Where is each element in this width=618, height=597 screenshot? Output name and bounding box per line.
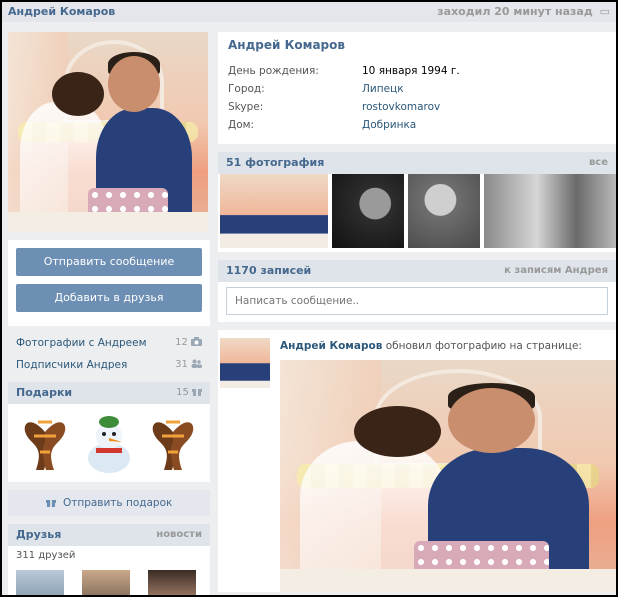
friends-block: Друзья новости 311 друзей bbox=[8, 524, 210, 595]
photos-all-link[interactable]: все bbox=[589, 152, 608, 174]
friend-thumbnail[interactable] bbox=[148, 570, 196, 595]
ribbon-gift-icon[interactable] bbox=[18, 412, 72, 474]
info-row-birthday: День рождения: 10 января 1994 г. bbox=[228, 62, 606, 80]
gifts-count: 15 bbox=[176, 382, 202, 404]
add-friend-button[interactable]: Добавить в друзья bbox=[16, 284, 202, 312]
info-value-skype[interactable]: rostovkomarov bbox=[362, 98, 440, 116]
post-header: Андрей Комаров обновил фотографию на стр… bbox=[280, 340, 582, 352]
profile-info: Андрей Комаров День рождения: 10 января … bbox=[218, 32, 616, 144]
gifts-list bbox=[8, 404, 210, 482]
photo-thumbnail[interactable] bbox=[332, 174, 404, 248]
photos-with-count: 12 bbox=[175, 332, 202, 354]
post-author-link[interactable]: Андрей Комаров bbox=[280, 340, 382, 352]
friends-thumbnails bbox=[8, 566, 210, 595]
profile-name: Андрей Комаров bbox=[228, 38, 345, 52]
wall-compose bbox=[218, 282, 616, 322]
online-status: заходил 20 минут назад ▭ bbox=[437, 5, 610, 18]
wall-post: Андрей Комаров обновил фотографию на стр… bbox=[218, 330, 616, 592]
photo-thumbnail[interactable] bbox=[220, 174, 328, 248]
gift-icon bbox=[192, 389, 202, 396]
info-value-birthday[interactable]: 10 января 1994 г. bbox=[362, 62, 460, 80]
avatar-photo bbox=[8, 32, 208, 232]
snowman-gift-icon[interactable] bbox=[82, 412, 136, 474]
profile-page: Андрей Комаров заходил 20 минут назад ▭ … bbox=[2, 2, 616, 595]
people-icon bbox=[191, 359, 202, 368]
avatar[interactable] bbox=[8, 32, 208, 232]
info-label: День рождения: bbox=[228, 65, 319, 77]
gifts-title: Подарки bbox=[16, 386, 73, 399]
friends-title: Друзья bbox=[16, 528, 62, 541]
photos-with-label: Фотографии с Андреем bbox=[16, 337, 147, 349]
post-author-avatar[interactable] bbox=[220, 338, 270, 388]
send-gift-button[interactable]: Отправить подарок bbox=[8, 490, 210, 516]
info-label: Город: bbox=[228, 83, 265, 95]
post-photo[interactable] bbox=[280, 360, 616, 592]
left-column: Отправить сообщение Добавить в друзья Фо… bbox=[8, 32, 210, 595]
photos-with-link[interactable]: Фотографии с Андреем 12 bbox=[8, 332, 210, 354]
right-column: Андрей Комаров День рождения: 10 января … bbox=[218, 32, 616, 592]
followers-count: 31 bbox=[175, 354, 202, 376]
info-label: Skype: bbox=[228, 101, 264, 113]
wall-header[interactable]: 1170 записей к записям Андрея bbox=[218, 260, 616, 282]
followers-link[interactable]: Подписчики Андрея 31 bbox=[8, 354, 210, 376]
friend-thumbnail[interactable] bbox=[16, 570, 64, 595]
top-bar: Андрей Комаров заходил 20 минут назад ▭ bbox=[2, 2, 616, 22]
camera-icon bbox=[191, 337, 202, 346]
profile-links: Фотографии с Андреем 12 Подписчики Андре… bbox=[8, 332, 210, 376]
wall-title: 1170 записей bbox=[226, 264, 312, 277]
info-row-city: Город: Липецк bbox=[228, 80, 606, 98]
post-action-text: обновил фотографию на странице: bbox=[385, 340, 582, 352]
topbar-name[interactable]: Андрей Комаров bbox=[8, 5, 115, 18]
ribbon-gift-icon[interactable] bbox=[146, 412, 200, 474]
friend-thumbnail[interactable] bbox=[82, 570, 130, 595]
photo-thumbnail[interactable] bbox=[484, 174, 616, 248]
send-message-button[interactable]: Отправить сообщение bbox=[16, 248, 202, 276]
photos-header[interactable]: 51 фотография все bbox=[218, 152, 616, 174]
friends-news-link[interactable]: новости bbox=[156, 524, 202, 546]
info-row-skype: Skype: rostovkomarov bbox=[228, 98, 606, 116]
info-value-city[interactable]: Липецк bbox=[362, 80, 404, 98]
friends-count: 311 друзей bbox=[8, 546, 210, 566]
friends-header[interactable]: Друзья новости bbox=[8, 524, 210, 546]
wall-post-input[interactable] bbox=[226, 287, 608, 315]
send-gift-label: Отправить подарок bbox=[62, 497, 173, 509]
photos-strip bbox=[218, 174, 616, 252]
wall-posts-link[interactable]: к записям Андрея bbox=[504, 260, 608, 282]
followers-label: Подписчики Андрея bbox=[16, 359, 128, 371]
photo-thumbnail[interactable] bbox=[408, 174, 480, 248]
info-value-home[interactable]: Добринка bbox=[362, 116, 416, 134]
online-status-text: заходил 20 минут назад bbox=[437, 5, 593, 18]
gifts-header[interactable]: Подарки 15 bbox=[8, 382, 210, 404]
photos-title: 51 фотография bbox=[226, 156, 325, 169]
info-row-home: Дом: Добринка bbox=[228, 116, 606, 134]
close-icon[interactable]: ▭ bbox=[600, 5, 610, 18]
info-label: Дом: bbox=[228, 119, 255, 131]
gift-icon bbox=[45, 500, 56, 507]
profile-actions: Отправить сообщение Добавить в друзья bbox=[8, 240, 210, 326]
